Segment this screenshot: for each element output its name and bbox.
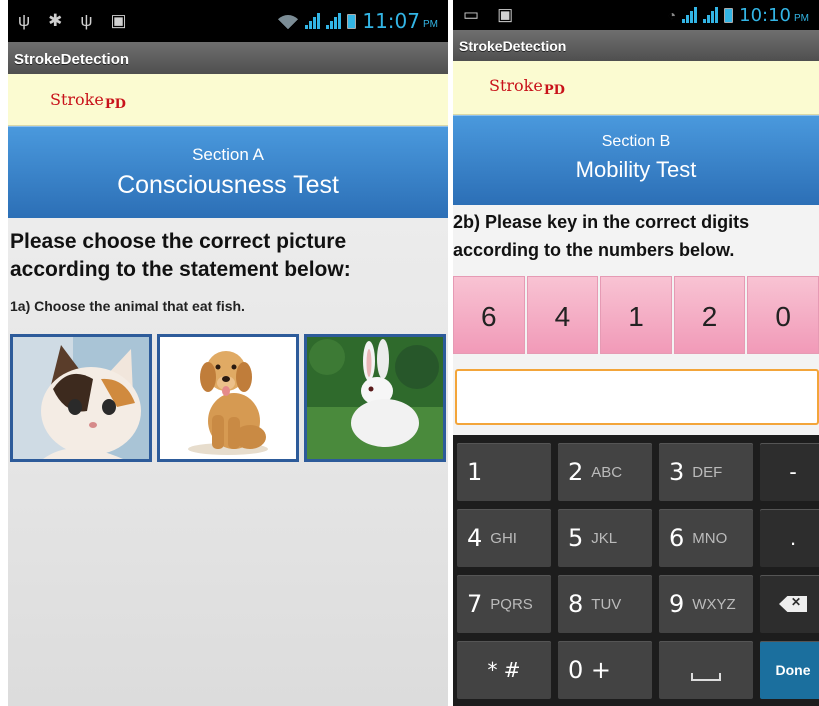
- answer-input[interactable]: [455, 369, 819, 425]
- signal-icon: [326, 13, 342, 29]
- sub-question-text: 1a) Choose the animal that eat fish.: [10, 298, 245, 314]
- key-star-hash[interactable]: * #: [457, 641, 551, 699]
- question-text: 2b) Please key in the correct digits acc…: [453, 212, 750, 260]
- brand-logo: StrokePD: [489, 76, 565, 98]
- status-time: 11:07: [362, 9, 420, 33]
- screen-section-b: ▭ ▣ ◔ 10:10 PM StrokeDetection StrokePD …: [453, 0, 819, 706]
- digit-cell: 6: [453, 276, 525, 354]
- key-4[interactable]: 4 GHI: [457, 509, 551, 567]
- debug-icon: ✱: [48, 11, 63, 30]
- section-header: Section B Mobility Test: [453, 115, 819, 205]
- section-label: Section A: [192, 145, 264, 164]
- brand-main: Stroke: [489, 76, 543, 95]
- backspace-key[interactable]: [760, 575, 819, 633]
- key-number: 2: [568, 458, 584, 486]
- picture-choices: [8, 314, 448, 462]
- done-button[interactable]: Done: [760, 641, 819, 699]
- brand-bar: StrokePD: [453, 61, 819, 115]
- status-ampm: PM: [794, 12, 809, 24]
- digit-cell: 1: [600, 276, 672, 354]
- signal-icon: [305, 13, 321, 29]
- app-title: StrokeDetection: [8, 42, 448, 74]
- digit-cell: 0: [747, 276, 819, 354]
- key-letters: PQRS: [490, 595, 533, 613]
- cat-image: [13, 337, 149, 459]
- key-number: 4: [467, 524, 483, 552]
- status-bar: ▭ ▣ ◔ 10:10 PM: [453, 0, 819, 30]
- key-symbols: * #: [487, 658, 521, 682]
- usb-icon: ψ: [18, 11, 31, 30]
- signal-icon: [703, 7, 719, 23]
- alarm-icon: ◔: [667, 7, 677, 23]
- key-dot[interactable]: .: [760, 509, 819, 567]
- section-label: Section B: [601, 133, 671, 150]
- digit-cell: 4: [526, 276, 599, 354]
- space-icon: [691, 673, 721, 681]
- backspace-icon: [779, 596, 807, 612]
- wifi-icon: [277, 13, 300, 29]
- mail-icon: ▭: [463, 5, 480, 24]
- rabbit-image: [307, 337, 443, 459]
- question-text: Please choose the correct picture accord…: [10, 230, 351, 281]
- section-title: Consciousness Test: [117, 171, 339, 199]
- dog-picture[interactable]: [157, 334, 299, 462]
- status-bar: ψ ✱ ψ ▣ 11:07 PM: [8, 0, 448, 42]
- key-2[interactable]: 2 ABC: [558, 443, 652, 501]
- digit-cell: 2: [673, 276, 746, 354]
- brand-sub: PD: [104, 97, 126, 112]
- section-title: Mobility Test: [575, 157, 697, 182]
- key-8[interactable]: 8 TUV: [558, 575, 652, 633]
- key-number: 9: [669, 590, 685, 618]
- key-7[interactable]: 7 PQRS: [457, 575, 551, 633]
- key-number: 1: [467, 458, 483, 486]
- key-number: 3: [669, 458, 685, 486]
- key-0[interactable]: 0 +: [558, 641, 652, 699]
- key-9[interactable]: 9 WXYZ: [659, 575, 753, 633]
- brand-bar: StrokePD: [8, 74, 448, 126]
- rabbit-picture[interactable]: [304, 334, 446, 462]
- key-letters: ABC: [591, 463, 623, 481]
- notification-icons: ψ ✱ ψ ▣: [18, 11, 127, 31]
- question-area: 2b) Please key in the correct digits acc…: [453, 205, 819, 435]
- app-title: StrokeDetection: [453, 30, 819, 61]
- key-number: 8: [568, 590, 584, 618]
- battery-icon: [347, 13, 357, 29]
- space-key[interactable]: [659, 641, 753, 699]
- brand-main: Stroke: [50, 90, 104, 109]
- key-letters: DEF: [692, 463, 723, 481]
- cat-picture[interactable]: [10, 334, 152, 462]
- key-letters: JKL: [591, 529, 618, 547]
- notification-icons: ▭ ▣: [463, 5, 513, 25]
- status-ampm: PM: [423, 18, 438, 30]
- key-number: 7: [467, 590, 483, 618]
- usb-icon: ψ: [80, 11, 93, 30]
- section-header: Section A Consciousness Test: [8, 126, 448, 218]
- key-number: 6: [669, 524, 685, 552]
- key-letters: WXYZ: [692, 595, 736, 613]
- screen-section-a: ψ ✱ ψ ▣ 11:07 PM StrokeDetection StrokeP…: [8, 0, 448, 706]
- signal-icon: [682, 7, 698, 23]
- key-number: 5: [568, 524, 584, 552]
- brand-sub: PD: [543, 83, 565, 98]
- dog-image: [160, 337, 296, 459]
- status-time: 10:10: [739, 4, 791, 26]
- key-5[interactable]: 5 JKL: [558, 509, 652, 567]
- image-icon: ▣: [497, 5, 514, 24]
- key-letters: MNO: [692, 529, 728, 547]
- brand-logo: StrokePD: [50, 90, 126, 112]
- key-letters: GHI: [490, 529, 517, 547]
- key-minus[interactable]: -: [760, 443, 819, 501]
- key-6[interactable]: 6 MNO: [659, 509, 753, 567]
- numeric-keypad: 1 2 ABC 3 DEF - 4 GHI 5 JKL 6 MNO . 7 PQRS 8 TU…: [453, 435, 819, 699]
- key-3[interactable]: 3 DEF: [659, 443, 753, 501]
- digit-display: 6 4 1 2 0: [453, 264, 819, 354]
- image-icon: ▣: [110, 11, 127, 30]
- battery-icon: [724, 7, 734, 23]
- key-number: 0 +: [568, 656, 612, 684]
- key-1[interactable]: 1: [457, 443, 551, 501]
- key-letters: TUV: [591, 595, 622, 613]
